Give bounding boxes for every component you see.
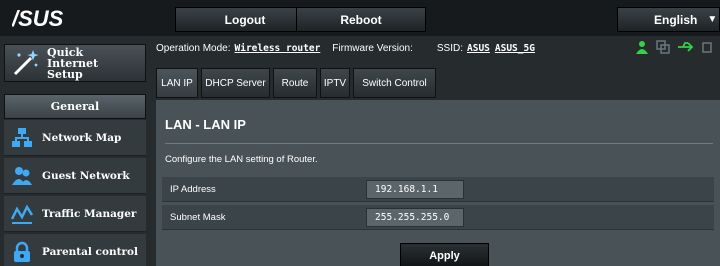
- guest-network-icon: [8, 162, 36, 190]
- status-icons: [636, 38, 720, 56]
- general-section-header: General: [4, 94, 146, 119]
- tab-iptv[interactable]: IPTV: [320, 68, 350, 98]
- ssid-link[interactable]: ASUS: [467, 43, 490, 54]
- firmware-version-label: Firmware Version:: [332, 42, 413, 54]
- apply-label: Apply: [429, 249, 460, 262]
- tab-route[interactable]: Route: [273, 68, 317, 98]
- apply-button[interactable]: Apply: [400, 243, 489, 266]
- magic-wand-icon: [13, 50, 39, 76]
- usb-icon[interactable]: [678, 41, 694, 53]
- sidebar-item-guest-network[interactable]: Guest Network: [4, 158, 146, 194]
- asus-logo-text: /SUS: [12, 6, 64, 30]
- language-selector[interactable]: English ▼: [617, 7, 720, 32]
- sidebar-item-traffic-manager[interactable]: Traffic Manager: [4, 196, 146, 232]
- lan-ip-panel: LAN - LAN IP Configure the LAN setting o…: [156, 100, 720, 266]
- page-title: LAN - LAN IP: [165, 117, 246, 132]
- subnet-mask-label: Subnet Mask: [170, 212, 226, 223]
- operation-mode-link[interactable]: Wireless router: [235, 43, 321, 54]
- tab-lan-ip[interactable]: LAN IP: [156, 68, 198, 98]
- user-icon[interactable]: [636, 40, 648, 54]
- sidebar-item-label: Guest Network: [42, 169, 130, 182]
- quick-internet-setup-label: Quick Internet Setup: [47, 45, 99, 81]
- sidebar-item-parental-control[interactable]: Parental control: [4, 234, 146, 266]
- ssid-link[interactable]: ASUS_5G: [495, 43, 535, 54]
- logout-button[interactable]: Logout: [175, 7, 315, 32]
- title-divider: [165, 143, 713, 144]
- general-label: General: [50, 100, 100, 113]
- top-bar: /SUS Logout Reboot English ▼: [0, 0, 720, 36]
- ip-address-input[interactable]: 192.168.1.1: [366, 180, 464, 199]
- language-label: English: [654, 12, 698, 27]
- traffic-manager-icon: [8, 200, 36, 228]
- reboot-label: Reboot: [340, 12, 382, 27]
- ssid-label: SSID:: [436, 42, 463, 54]
- subnet-mask-row: Subnet Mask 255.255.255.0: [162, 205, 714, 230]
- sidebar-item-label: Network Map: [42, 131, 122, 144]
- reboot-button[interactable]: Reboot: [296, 7, 426, 32]
- ip-address-row: IP Address 192.168.1.1: [162, 177, 714, 202]
- tab-dhcp-server[interactable]: DHCP Server: [201, 68, 270, 98]
- tab-bar: LAN IP DHCP Server Route IPTV Switch Con…: [156, 68, 439, 98]
- chevron-down-icon: ▼: [707, 14, 718, 25]
- asus-logo: /SUS: [12, 6, 64, 30]
- printer-icon[interactable]: [702, 40, 712, 54]
- page-description: Configure the LAN setting of Router.: [165, 154, 318, 165]
- sidebar: Quick Internet Setup General Network Map…: [0, 36, 150, 266]
- sidebar-item-network-map[interactable]: Network Map: [4, 120, 146, 156]
- network-map-icon: [8, 124, 36, 152]
- logout-label: Logout: [224, 12, 266, 27]
- tab-switch-control[interactable]: Switch Control: [353, 68, 436, 98]
- sidebar-item-label: Parental control: [42, 245, 138, 258]
- sidebar-item-label: Traffic Manager: [42, 207, 137, 220]
- parental-control-icon: [8, 238, 36, 266]
- ip-address-label: IP Address: [170, 184, 216, 195]
- operation-mode-label: Operation Mode:: [156, 42, 231, 54]
- copy-icon[interactable]: [656, 40, 670, 54]
- quick-internet-setup-button[interactable]: Quick Internet Setup: [4, 44, 146, 82]
- subnet-mask-input[interactable]: 255.255.255.0: [366, 208, 464, 227]
